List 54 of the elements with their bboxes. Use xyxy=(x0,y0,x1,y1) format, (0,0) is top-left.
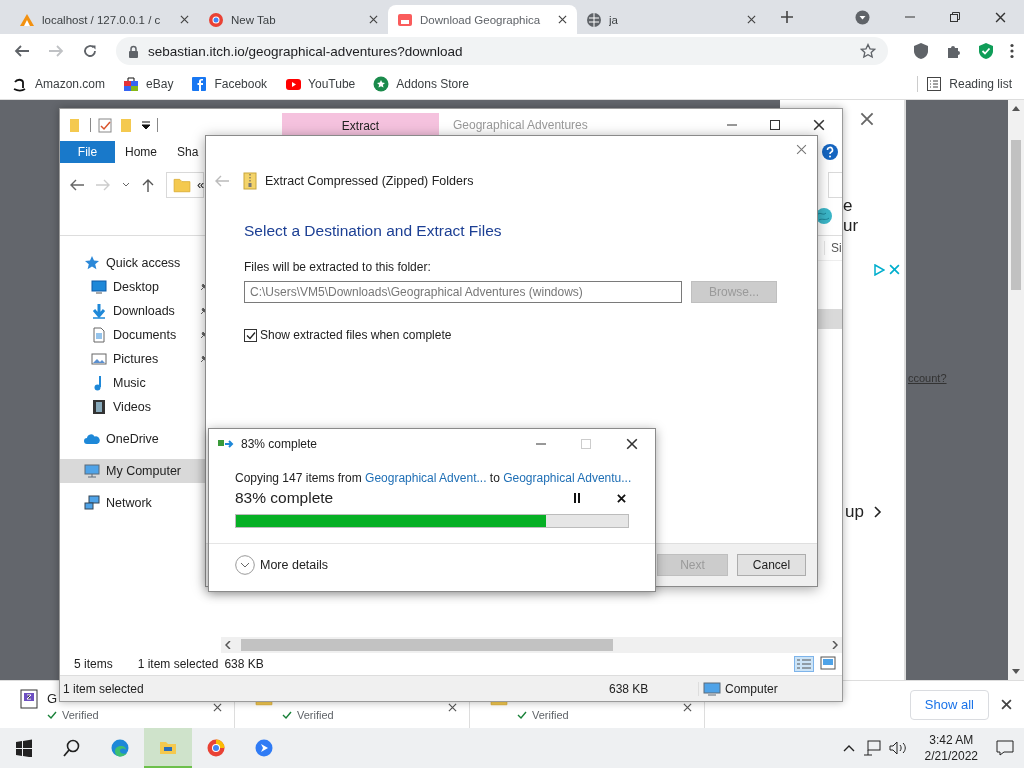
progress-status: 83% complete xyxy=(235,489,335,507)
nav-item[interactable]: Documents xyxy=(60,323,206,347)
path-field[interactable]: C:\Users\VM5\Downloads\Geographical Adventures (windows) xyxy=(244,281,682,303)
dialog-heading: Select a Destination and Extract Files xyxy=(244,222,503,240)
destination-link[interactable]: Geographical Adventu... xyxy=(503,471,632,485)
status-text: Verified xyxy=(62,709,99,721)
status-text: 638 KB xyxy=(224,657,264,671)
address-field[interactable]: « xyxy=(166,171,204,198)
browser-tab[interactable]: Download Geographica xyxy=(388,5,577,34)
nav-item[interactable]: Pictures xyxy=(60,347,206,371)
checkbox-label[interactable]: Show extracted files when complete xyxy=(260,328,452,342)
show-all-button[interactable]: Show all xyxy=(909,689,989,720)
nav-item[interactable]: Downloads xyxy=(60,299,206,323)
nav-item[interactable]: Desktop xyxy=(60,275,206,299)
reading-list-button[interactable]: Reading list xyxy=(926,75,1012,92)
browser-tab[interactable]: ja xyxy=(577,5,766,34)
clock[interactable]: 3:42 AM 2/21/2022 xyxy=(914,732,988,764)
heading-text: ur xyxy=(843,216,860,236)
browser-tab[interactable]: localhost / 127.0.0.1 / c xyxy=(10,5,199,34)
browser-tab[interactable]: New Tab xyxy=(199,5,388,34)
bookmark-link[interactable]: Facebook xyxy=(191,75,268,92)
bookmark-link[interactable]: eBay xyxy=(123,75,174,92)
bookmark-link[interactable]: Amazon.com xyxy=(12,75,106,92)
nav-item[interactable]: Quick access xyxy=(60,251,206,275)
bookmark-link[interactable]: Addons Store xyxy=(373,75,469,92)
nav-item[interactable]: Videos xyxy=(60,395,206,419)
ribbon-tab[interactable]: Sha xyxy=(167,141,209,163)
nav-item[interactable]: Network xyxy=(60,491,206,515)
copy-description: Copying 147 items from Geographical Advent... to Geographical Adventu... xyxy=(235,471,629,485)
address-bar[interactable]: sebastian.itch.io/geographical-adventures?download xyxy=(116,37,888,65)
cancel-button[interactable]: Cancel xyxy=(737,554,806,576)
dialog-title: Extract Compressed (Zipped) Folders xyxy=(265,174,474,188)
status-text: 5 items xyxy=(74,657,113,671)
ribbon-tab[interactable]: File xyxy=(60,141,115,163)
status-text: 638 KB xyxy=(609,681,650,696)
status-text: 1 item selected xyxy=(63,681,145,696)
ribbon-tab[interactable]: Home xyxy=(115,141,167,163)
context-tab[interactable]: Extract xyxy=(282,113,439,136)
nav-item[interactable]: My Computer xyxy=(60,459,206,483)
column-header[interactable]: Si xyxy=(824,241,842,255)
window-title: 83% complete xyxy=(241,437,318,451)
source-link[interactable]: Geographical Advent... xyxy=(365,471,487,485)
status-text: Verified xyxy=(297,709,334,721)
more-details-button[interactable]: More details xyxy=(209,544,655,586)
field-label: Files will be extracted to this folder: xyxy=(244,260,432,274)
status-text: Verified xyxy=(532,709,569,721)
status-text: 1 item selected xyxy=(137,657,219,671)
heading-text: e xyxy=(843,196,854,216)
signup-text[interactable]: up xyxy=(845,502,864,522)
window-title: Geographical Adventures xyxy=(453,118,588,132)
bookmark-link[interactable]: YouTube xyxy=(285,75,356,92)
nav-item[interactable]: OneDrive xyxy=(60,427,206,451)
status-text: Computer xyxy=(725,681,778,696)
nav-item[interactable]: Music xyxy=(60,371,206,395)
